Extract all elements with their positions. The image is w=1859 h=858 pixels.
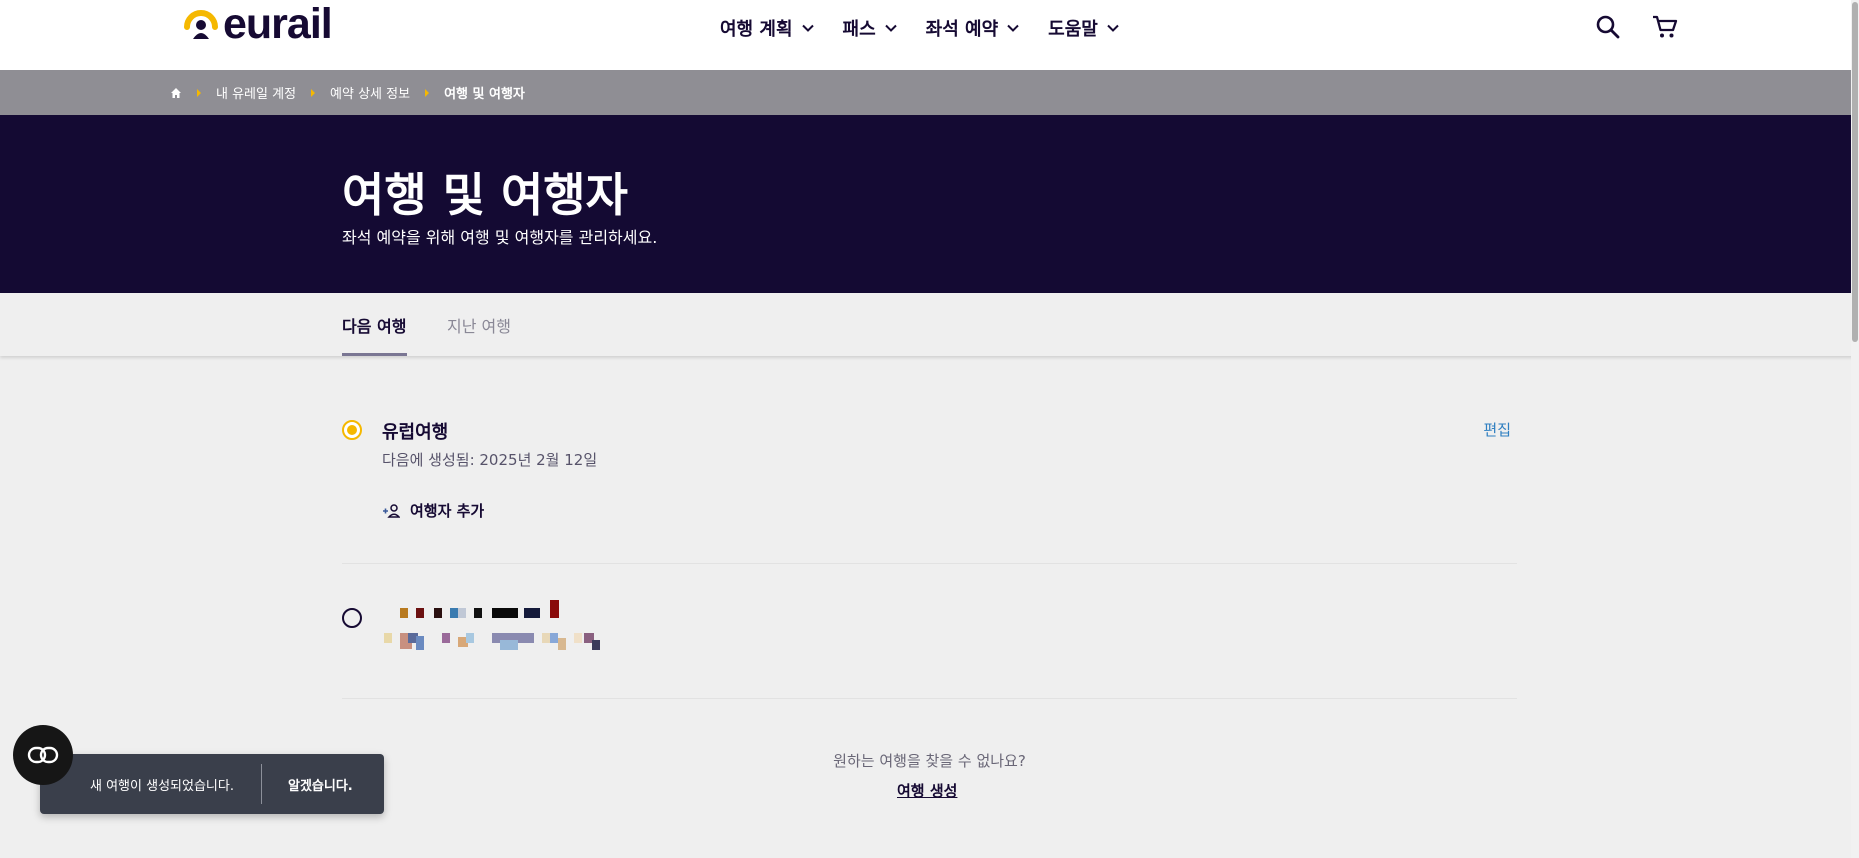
toast-notification: 새 여행이 생성되었습니다. 알겠습니다. — [40, 754, 384, 814]
page-hero: 여행 및 여행자 좌석 예약을 위해 여행 및 여행자를 관리하세요. — [0, 115, 1855, 293]
active-tab-indicator — [342, 353, 407, 356]
nav-label: 좌석 예약 — [925, 19, 999, 40]
breadcrumb-booking-details[interactable]: 예약 상세 정보 — [330, 83, 410, 102]
nav-label: 여행 계획 — [720, 19, 793, 40]
chevron-down-icon — [884, 24, 897, 32]
chat-icon — [27, 746, 59, 764]
tab-upcoming-trips[interactable]: 다음 여행 — [342, 313, 406, 337]
search-icon[interactable] — [1594, 13, 1622, 41]
nav-label: 패스 — [842, 19, 876, 40]
breadcrumb-separator-icon — [197, 88, 201, 97]
nav-seat-reservation[interactable]: 좌석 예약 — [926, 14, 1021, 42]
trip-item — [342, 600, 1517, 660]
chevron-down-icon — [1107, 24, 1119, 32]
trip-radio-selected[interactable] — [342, 420, 362, 440]
logo-text: eurail — [223, 0, 333, 48]
add-traveler-button[interactable]: 여행자 추가 — [382, 500, 484, 521]
toast-divider — [261, 764, 262, 804]
trip-title: 유럽여행 — [382, 422, 449, 443]
chevron-down-icon — [1007, 24, 1019, 32]
chevron-down-icon — [801, 24, 814, 32]
add-person-icon — [383, 503, 400, 518]
trip-divider — [342, 698, 1517, 699]
trip-radio-unselected[interactable] — [342, 608, 362, 628]
main-nav: 여행 계획 패스 좌석 예약 도움말 — [720, 14, 1148, 42]
edit-trip-link[interactable]: 편집 — [1483, 419, 1511, 440]
toast-message: 새 여행이 생성되었습니다. — [90, 779, 234, 794]
site-header: eurail 여행 계획 패스 좌석 예약 도움말 — [0, 0, 1855, 70]
tab-past-trips[interactable]: 지난 여행 — [447, 313, 511, 337]
eurail-logo[interactable]: eurail — [182, 0, 333, 48]
logo-mark-icon — [182, 5, 220, 43]
cart-icon[interactable] — [1651, 13, 1679, 41]
nav-help[interactable]: 도움말 — [1048, 14, 1120, 42]
add-traveler-label: 여행자 추가 — [410, 502, 485, 520]
home-icon[interactable] — [170, 87, 182, 99]
breadcrumb: 내 유레일 계정 예약 상세 정보 여행 및 여행자 — [0, 70, 1855, 115]
nav-trip-planning[interactable]: 여행 계획 — [720, 14, 815, 42]
trip-created-date: 다음에 생성됨: 2025년 2월 12일 — [382, 451, 598, 469]
scrollbar-thumb[interactable] — [1852, 2, 1858, 342]
breadcrumb-separator-icon — [425, 88, 430, 97]
nav-passes[interactable]: 패스 — [843, 14, 898, 42]
chat-widget-button[interactable] — [13, 725, 73, 785]
toast-dismiss-button[interactable]: 알겠습니다. — [288, 775, 353, 794]
nav-label: 도움말 — [1048, 19, 1098, 40]
breadcrumb-separator-icon — [311, 88, 316, 97]
trip-divider — [342, 563, 1517, 564]
page-title: 여행 및 여행자 — [342, 168, 628, 222]
breadcrumb-current: 여행 및 여행자 — [444, 87, 525, 102]
trip-tabs: 다음 여행 지난 여행 — [0, 293, 1855, 356]
page-subtitle: 좌석 예약을 위해 여행 및 여행자를 관리하세요. — [342, 228, 658, 247]
breadcrumb-my-account[interactable]: 내 유레일 계정 — [216, 83, 296, 102]
trip-item: 유럽여행 다음에 생성됨: 2025년 2월 12일 편집 여행자 추가 — [342, 418, 1517, 528]
create-trip-link[interactable]: 여행 생성 — [897, 780, 957, 801]
